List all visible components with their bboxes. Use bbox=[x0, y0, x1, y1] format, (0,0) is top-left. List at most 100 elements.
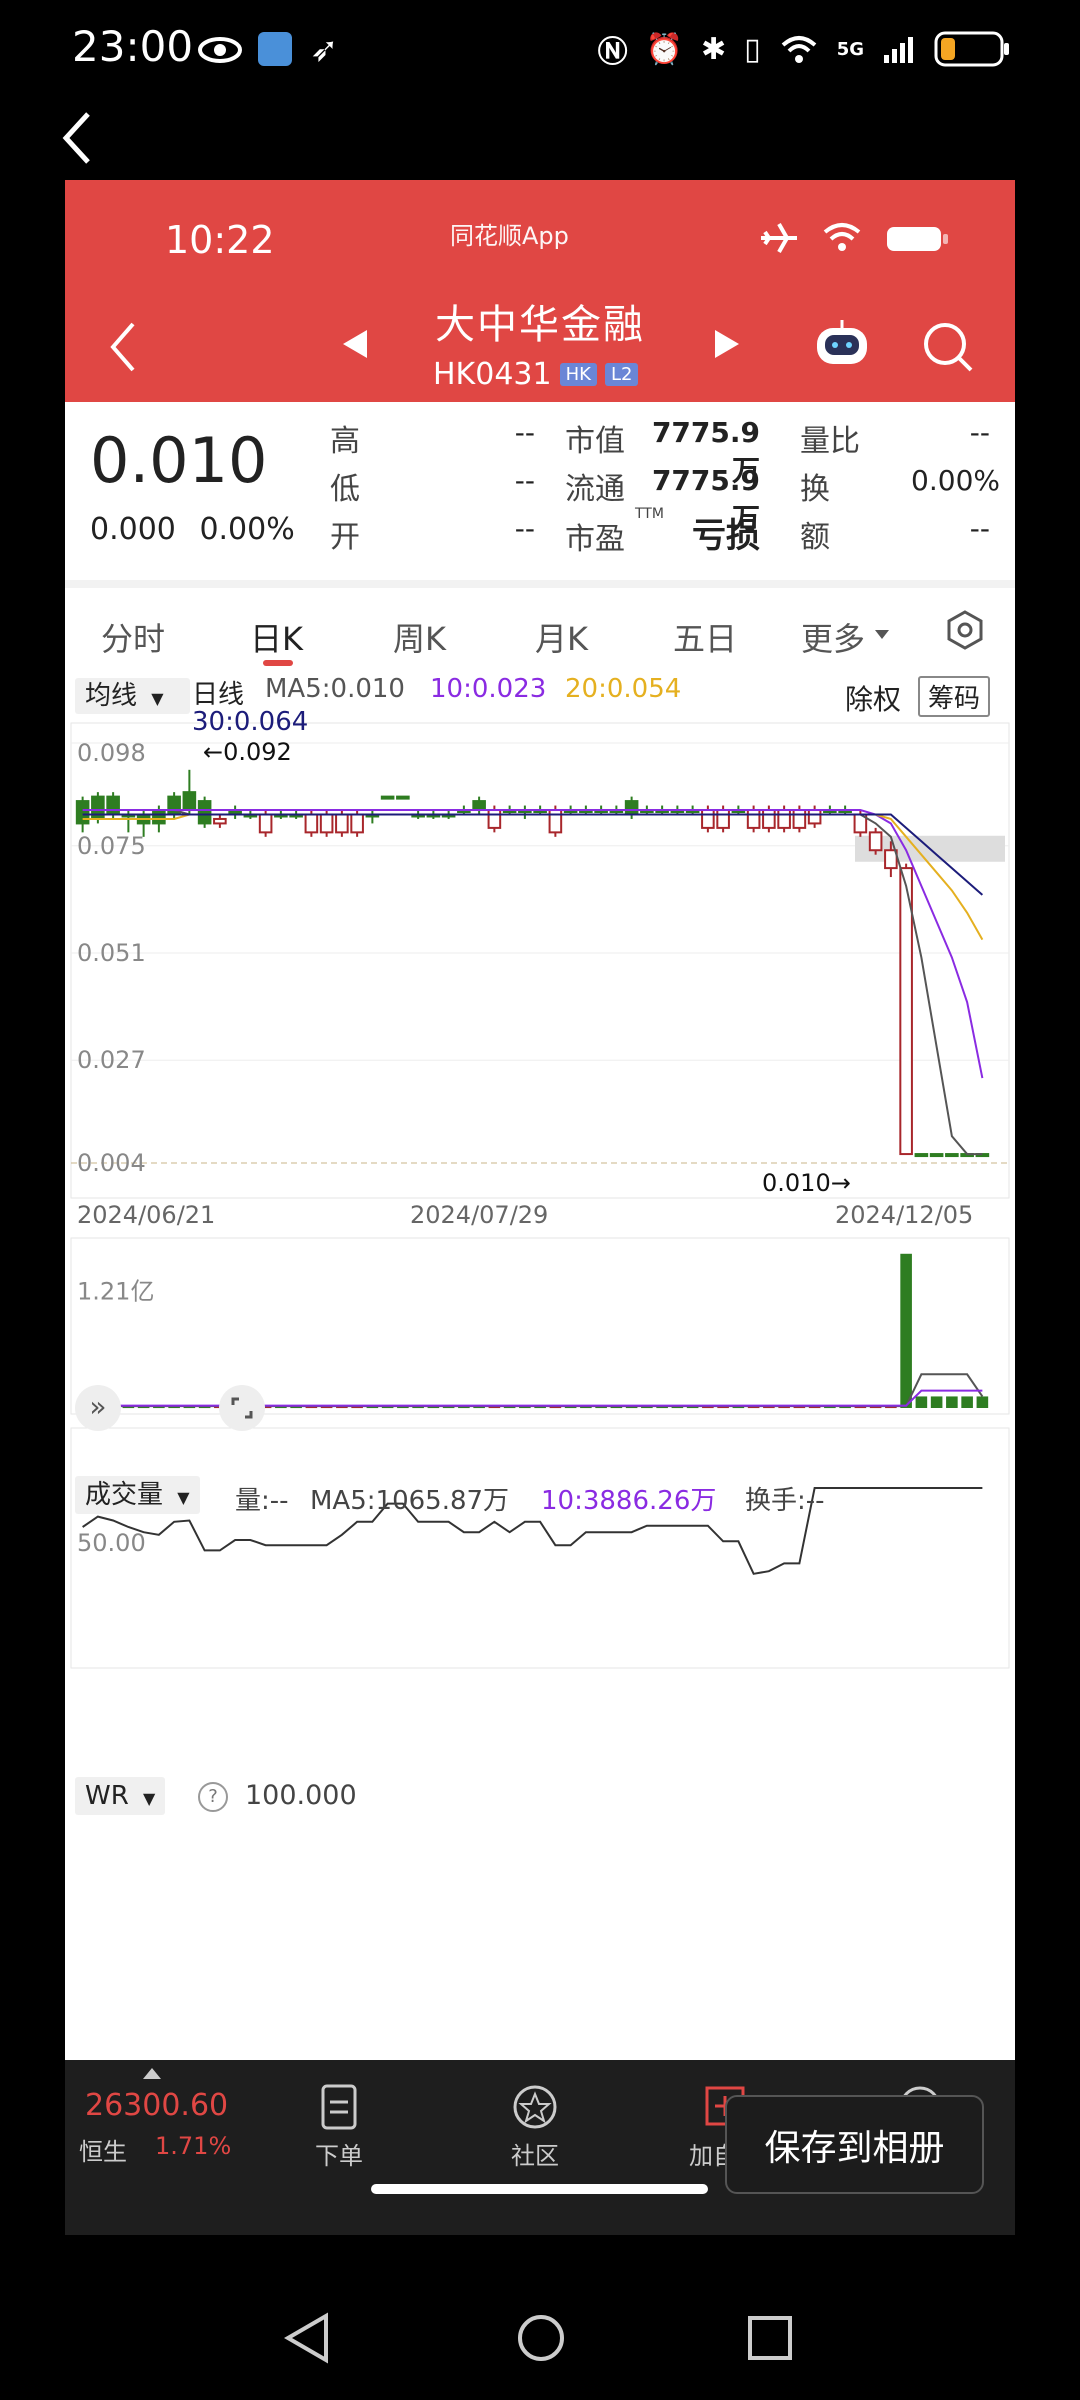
volume-frame bbox=[70, 1237, 1010, 1415]
phone-status-icons: Ⓝ ⏰ ✱ ▯ 5G bbox=[598, 24, 1010, 74]
kline-frame bbox=[70, 722, 1010, 1199]
candle-body bbox=[701, 809, 715, 829]
alarm-icon: ⏰ bbox=[645, 31, 684, 67]
index-name: 恒生 bbox=[79, 2138, 127, 2166]
tab-weekly-k[interactable]: 周K bbox=[393, 614, 446, 660]
volume-caret-icon: ▼ bbox=[177, 1488, 190, 1507]
candle-body bbox=[152, 809, 166, 825]
candle-body bbox=[319, 813, 334, 834]
candle-body bbox=[746, 809, 761, 829]
volume-ma10-line bbox=[82, 1389, 983, 1407]
next-stock-arrow-icon[interactable] bbox=[715, 330, 739, 358]
eye-icon bbox=[198, 34, 242, 70]
star-circle-icon bbox=[513, 2085, 557, 2129]
turnover-value: 0.00% bbox=[911, 464, 1000, 497]
brand-label: 同花顺App bbox=[450, 222, 569, 250]
candle-body bbox=[335, 813, 349, 834]
tab-minute[interactable]: 分时 bbox=[101, 614, 165, 660]
candle-body bbox=[487, 809, 502, 829]
robot-assistant-icon[interactable] bbox=[813, 318, 871, 368]
candle-body bbox=[182, 791, 197, 812]
price-change: 0.000 0.00% bbox=[90, 512, 295, 547]
wr-select[interactable]: WR ▼ bbox=[75, 1777, 166, 1815]
wr-frame bbox=[70, 1427, 1010, 1669]
nav-community[interactable]: 社区 bbox=[475, 2084, 595, 2171]
wr-value: 100.000 bbox=[245, 1780, 357, 1811]
signal-icon bbox=[884, 37, 913, 63]
settings-hex-icon[interactable] bbox=[945, 610, 985, 650]
ma-select[interactable]: 均线 ▼ bbox=[75, 678, 190, 714]
phone-status-bar: 23:00 ➶ Ⓝ ⏰ ✱ ▯ 5G bbox=[0, 0, 1080, 100]
inner-battery-icon bbox=[885, 224, 951, 258]
document-icon bbox=[321, 2084, 357, 2130]
save-to-album-button[interactable]: 保存到相册 bbox=[725, 2095, 984, 2194]
candle-body bbox=[929, 1153, 944, 1158]
candle-body bbox=[899, 867, 913, 1156]
screenshot-preview: 10:22 同花顺App 大中华金融 HK0431 HK L2 0.010 0.… bbox=[65, 180, 1015, 2235]
candle-body bbox=[472, 800, 486, 812]
nav-back-icon[interactable] bbox=[282, 2312, 332, 2368]
candle-body bbox=[258, 813, 273, 834]
volume-y-tick: 1.21亿 bbox=[77, 1277, 154, 1305]
chips-button[interactable]: 筹码 bbox=[918, 676, 991, 717]
help-icon[interactable]: ? bbox=[198, 1782, 228, 1812]
inner-wifi-icon bbox=[821, 220, 863, 258]
nav-home-icon[interactable] bbox=[515, 2312, 567, 2368]
network-label: 5G bbox=[836, 38, 864, 60]
wr-y-tick: 50.00 bbox=[77, 1529, 146, 1557]
wr-select-label: WR bbox=[85, 1781, 129, 1811]
kline-y-tick: 0.004 bbox=[77, 1149, 146, 1177]
nav-order[interactable]: 下单 bbox=[279, 2084, 399, 2171]
ma-caret-icon: ▼ bbox=[151, 689, 164, 708]
exright-toggle[interactable]: 除权 bbox=[845, 678, 901, 718]
candle-body bbox=[777, 809, 791, 829]
expand-up-icon[interactable] bbox=[143, 2068, 161, 2079]
volume-ratio-value: -- bbox=[969, 416, 990, 449]
volume-bar bbox=[976, 1396, 989, 1408]
airplane-icon bbox=[759, 220, 799, 260]
tab-five-day[interactable]: 五日 bbox=[673, 614, 737, 660]
candle-body bbox=[762, 809, 776, 829]
mcap-label: 市值 bbox=[565, 424, 625, 459]
search-icon[interactable] bbox=[921, 320, 975, 374]
candle-body bbox=[106, 795, 120, 816]
stock-code-row: HK0431 HK L2 bbox=[433, 357, 639, 392]
volume-ma5: MA5:1065.87万 bbox=[310, 1486, 510, 1516]
volume-select[interactable]: 成交量 ▼ bbox=[75, 1476, 200, 1514]
last-price: 0.010 bbox=[90, 424, 268, 497]
volume-value: 量:-- bbox=[235, 1486, 289, 1516]
nav-recents-icon[interactable] bbox=[746, 2314, 794, 2366]
high-label: 高 bbox=[330, 424, 360, 459]
tab-monthly-k[interactable]: 月K bbox=[535, 614, 588, 660]
amount-label: 额 bbox=[800, 520, 830, 555]
vibrate-icon: ▯ bbox=[744, 31, 761, 67]
market-tag: HK bbox=[559, 363, 597, 386]
expand-left-icon[interactable]: » bbox=[75, 1385, 121, 1431]
kline-y-tick: 0.027 bbox=[77, 1046, 146, 1074]
period-tabs: 分时 日K 周K 月K 五日 更多 bbox=[65, 580, 1015, 666]
battery-icon bbox=[934, 31, 1009, 67]
stock-name: 大中华金融 bbox=[435, 302, 645, 348]
nfc-icon: Ⓝ bbox=[597, 35, 628, 70]
tab-daily-k[interactable]: 日K bbox=[250, 614, 303, 660]
index-value[interactable]: 26300.60 bbox=[85, 2088, 228, 2123]
pe-label: 市盈 bbox=[565, 522, 625, 557]
tab-more[interactable]: 更多 bbox=[801, 614, 865, 660]
level-tag: L2 bbox=[604, 363, 639, 386]
volume-turnover: 换手:-- bbox=[745, 1486, 825, 1516]
volume-bar bbox=[900, 1253, 912, 1408]
candle-body bbox=[914, 1153, 929, 1158]
amount-value: -- bbox=[969, 512, 990, 545]
volume-select-label: 成交量 bbox=[85, 1480, 164, 1510]
chart-area: 0.098 0.075 0.051 0.027 0.004 2024/06/21 2024/… bbox=[70, 722, 1010, 1669]
period-label: 日线 bbox=[192, 680, 245, 710]
bluetooth-icon: ✱ bbox=[701, 31, 727, 67]
back-icon[interactable] bbox=[58, 108, 98, 168]
wr-caret-icon: ▼ bbox=[143, 1789, 156, 1808]
ma-select-label: 均线 bbox=[85, 681, 138, 711]
fullscreen-icon[interactable] bbox=[219, 1385, 265, 1431]
candle-body bbox=[350, 813, 364, 834]
kline-y-tick: 0.075 bbox=[77, 832, 146, 860]
ma20-value: 20:0.054 bbox=[565, 674, 682, 704]
pe-ttm-sup: TTM bbox=[635, 506, 664, 522]
